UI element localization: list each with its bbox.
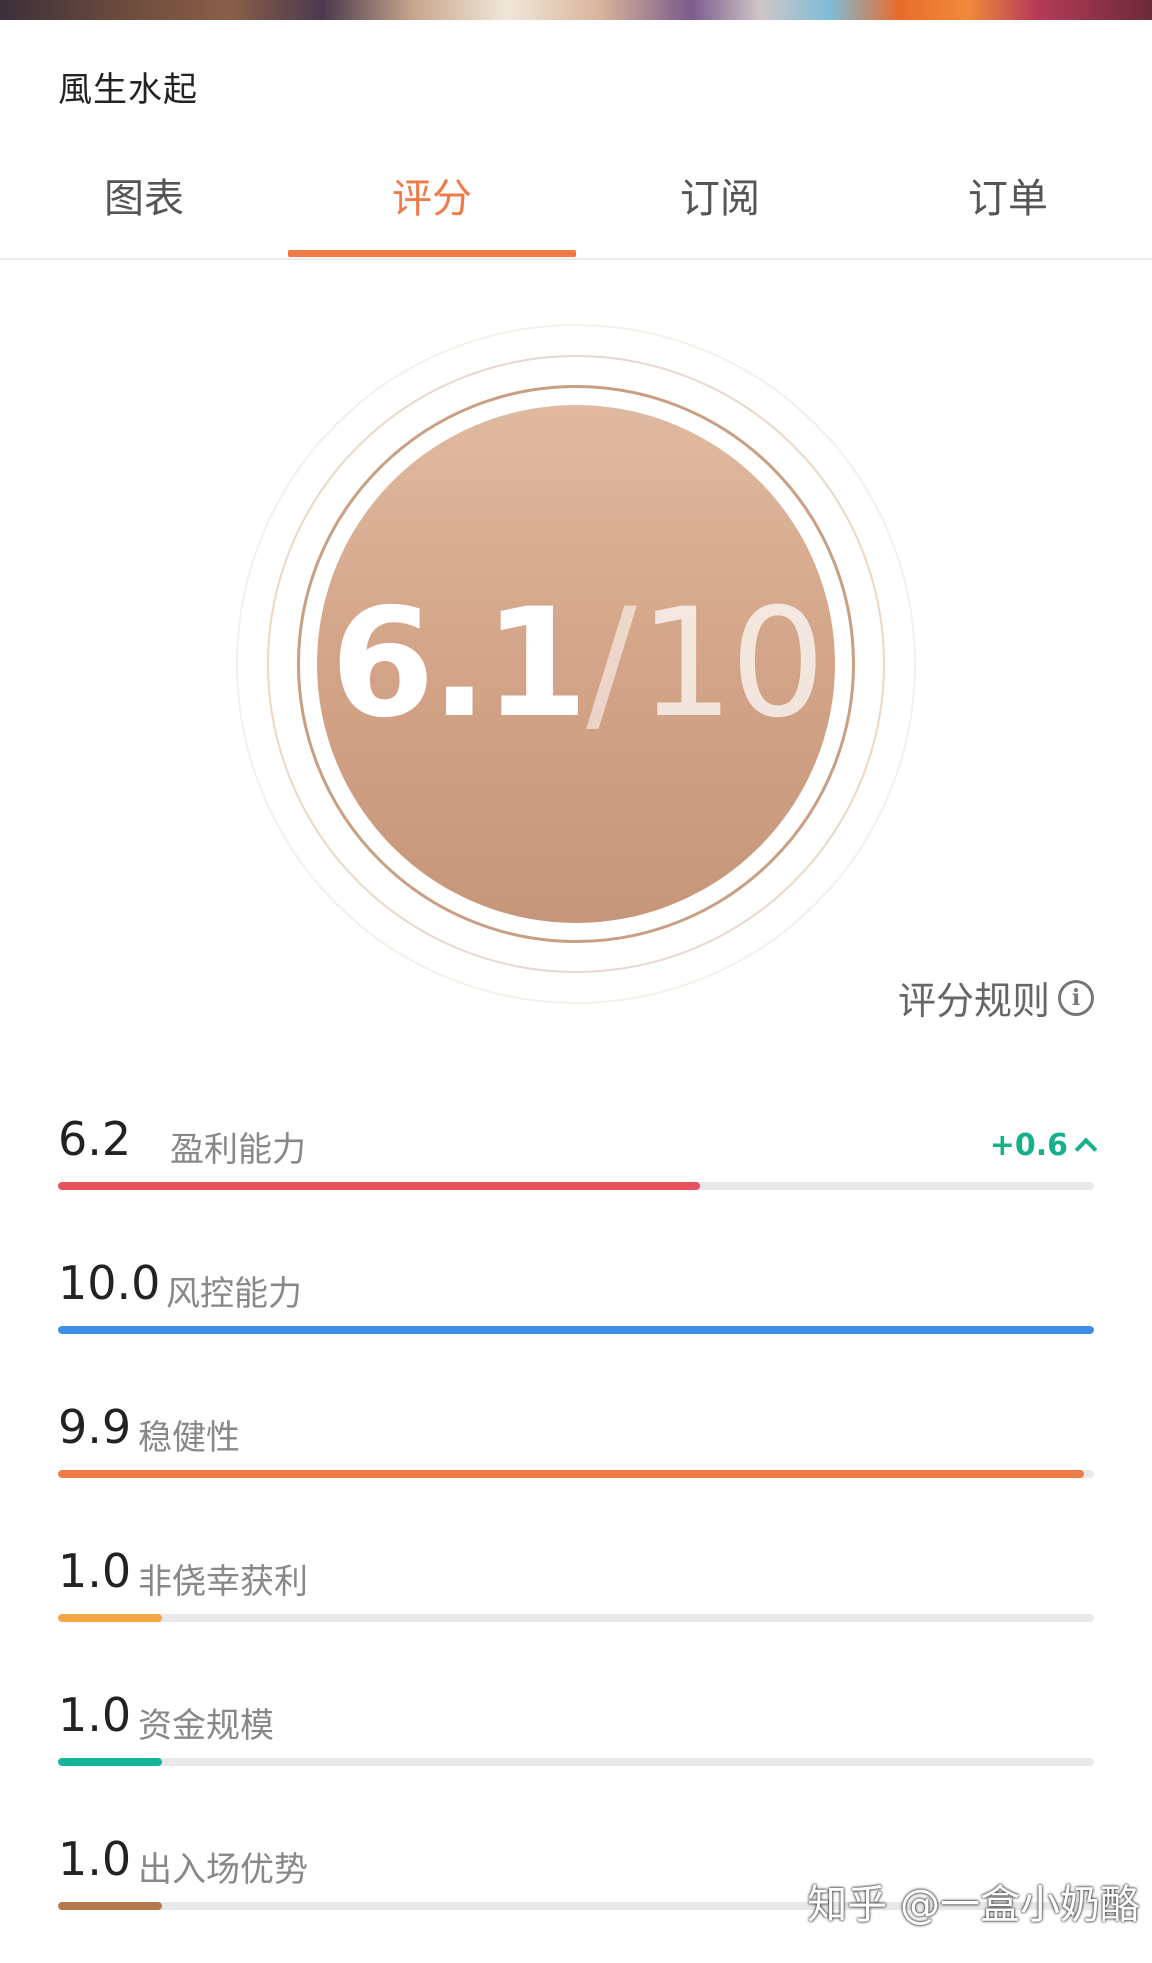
overall-score: 6.1 / 10 bbox=[317, 405, 835, 923]
metric-capital-scale: 1.0 资金规模 bbox=[58, 1688, 1094, 1788]
metric-profitability: 6.2 盈利能力 +0.6 bbox=[58, 1112, 1098, 1212]
metric-change: +0.6 bbox=[989, 1128, 1098, 1163]
metric-score: 10.0 bbox=[58, 1256, 161, 1310]
tab-subscribe[interactable]: 订阅 bbox=[576, 160, 864, 260]
score-max: 10 bbox=[638, 577, 826, 751]
caret-up-icon bbox=[1074, 1137, 1098, 1160]
header-banner-image bbox=[0, 0, 1152, 20]
tab-orders[interactable]: 订单 bbox=[864, 160, 1152, 260]
metric-change-value: +0.6 bbox=[989, 1128, 1068, 1163]
score-page: 風生水起 图表 评分 订阅 订单 6.1 / 10 评分规则 i 6.2 盈利能… bbox=[0, 0, 1152, 1963]
metric-score: 1.0 bbox=[58, 1688, 132, 1742]
metric-non-luck-profit: 1.0 非侥幸获利 bbox=[58, 1544, 1094, 1644]
info-icon: i bbox=[1058, 979, 1094, 1016]
active-tab-indicator bbox=[288, 250, 576, 257]
scoring-rules-link[interactable]: 评分规则 i bbox=[898, 970, 1094, 1025]
metric-label: 资金规模 bbox=[138, 1706, 274, 1746]
metric-label: 稳健性 bbox=[138, 1418, 240, 1458]
trader-name: 風生水起 bbox=[58, 70, 198, 110]
metric-stability: 9.9 稳健性 bbox=[58, 1400, 1094, 1500]
metric-bar-fill bbox=[58, 1182, 701, 1190]
tab-score[interactable]: 评分 bbox=[288, 160, 576, 260]
metric-label: 风控能力 bbox=[166, 1274, 302, 1314]
scoring-rules-label: 评分规则 bbox=[897, 979, 1050, 1023]
metric-bar-track bbox=[58, 1758, 1094, 1766]
metric-bar-fill bbox=[58, 1758, 162, 1766]
metric-bar-track bbox=[58, 1182, 1094, 1190]
metric-score: 1.0 bbox=[58, 1544, 132, 1598]
metric-risk-control: 10.0 风控能力 bbox=[58, 1256, 1094, 1356]
tabs-divider bbox=[0, 258, 1152, 260]
metric-score: 9.9 bbox=[58, 1400, 132, 1454]
watermark: 知乎 @一盒小奶酪 bbox=[807, 1882, 1140, 1928]
score-value: 6.1 bbox=[330, 577, 588, 751]
metric-bar-track bbox=[58, 1470, 1094, 1478]
metric-label: 出入场优势 bbox=[138, 1850, 308, 1890]
metric-bar-fill bbox=[58, 1614, 162, 1622]
tab-bar: 图表 评分 订阅 订单 bbox=[0, 160, 1152, 260]
metric-bar-fill bbox=[58, 1902, 162, 1910]
metric-label: 盈利能力 bbox=[170, 1130, 306, 1170]
metric-bar-fill bbox=[58, 1326, 1094, 1334]
tab-chart[interactable]: 图表 bbox=[0, 160, 288, 260]
metric-score: 1.0 bbox=[58, 1832, 132, 1886]
metric-bar-fill bbox=[58, 1470, 1084, 1478]
metric-bar-track bbox=[58, 1326, 1094, 1334]
score-slash: / bbox=[586, 577, 637, 751]
metric-label: 非侥幸获利 bbox=[138, 1562, 308, 1602]
metric-score: 6.2 bbox=[58, 1112, 132, 1166]
metric-bar-track bbox=[58, 1614, 1094, 1622]
